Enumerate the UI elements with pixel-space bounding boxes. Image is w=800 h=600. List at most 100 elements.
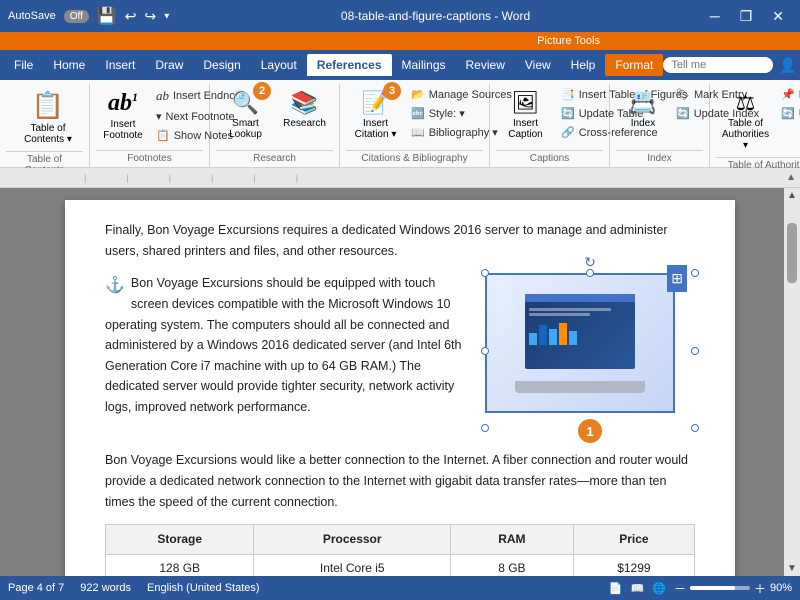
table-of-contents-button[interactable]: 📋 Table ofContents ▾ [8,86,88,149]
screen-bar [525,294,635,302]
menu-format[interactable]: Format [605,54,663,76]
screen-content [525,302,635,349]
ribbon-group-index: 📇 Index 🏷 Mark Entry 🔄 Update Index Inde… [610,84,710,167]
menu-design[interactable]: Design [193,54,250,76]
menu-insert[interactable]: Insert [95,54,145,76]
handle-topright[interactable] [691,269,699,277]
research-button[interactable]: 📚 Research [277,86,332,133]
view-normal-icon[interactable]: 📄 [609,582,623,595]
index-group-label: Index [616,150,703,167]
toa-label: Table ofAuthorities ▾ [722,118,769,151]
autosave-toggle[interactable]: Off [64,10,89,23]
insert-caption-icon: 🖼 [512,90,540,116]
zoom-slider[interactable] [690,586,750,590]
footnotes-group-label: Footnotes [96,150,203,167]
row1-ram: 8 GB [451,555,574,576]
close-button[interactable]: ✕ [764,6,792,27]
zoom-bar: － ＋ 90% [674,580,792,597]
citations-group-label: Citations & Bibliography [346,150,483,167]
minimize-button[interactable]: ─ [702,6,728,26]
menu-review[interactable]: Review [456,54,515,76]
mark-entry-icon: 🏷 [676,88,690,101]
menu-references[interactable]: References [307,54,392,76]
handle-midright[interactable] [691,347,699,355]
zoom-slider-fill [690,586,735,590]
insert-caption-button[interactable]: 🖼 InsertCaption [498,86,553,144]
table-row: 128 GB Intel Core i5 8 GB $1299 [106,555,695,576]
mark-citation-button[interactable]: 📌 Mark Citation [777,86,800,103]
smart-lookup-wrap: 🔍 SmartLookup 2 [218,86,273,144]
ruler-collapse-icon[interactable]: ▲ [786,172,796,183]
redo-icon[interactable]: ↪ [145,8,157,25]
bibliography-label: Bibliography ▾ [429,126,498,139]
update-table-captions-icon: 🔄 [561,107,575,120]
insert-footnote-button[interactable]: ab1 InsertFootnote [98,86,148,145]
mark-citation-icon: 📌 [781,88,795,101]
menu-mailings[interactable]: Mailings [392,54,456,76]
zoom-in-button[interactable]: ＋ [754,580,766,597]
doc-area: Finally, Bon Voyage Excursions requires … [0,188,800,576]
col-processor: Processor [254,525,451,555]
view-web-icon[interactable]: 🌐 [652,582,666,595]
title-bar-left: AutoSave Off 💾 ↩ ↪ ▾ [8,6,169,26]
row1-storage: 128 GB [106,555,254,576]
menu-help[interactable]: Help [561,54,606,76]
status-bar: Page 4 of 7 922 words English (United St… [0,576,800,600]
zoom-out-button[interactable]: － [674,580,686,597]
badge-1: 1 [578,419,602,443]
search-input[interactable] [663,57,773,73]
menu-layout[interactable]: Layout [251,54,307,76]
menu-draw[interactable]: Draw [145,54,193,76]
toa-icon: ⚖ [736,90,756,116]
ribbon-group-captions-content: 🖼 InsertCaption 📑 Insert Table of Figure… [496,84,603,150]
restore-button[interactable]: ❐ [732,6,761,27]
scrollbar-thumb[interactable] [787,223,797,283]
ribbon-group-footnotes-content: ab1 InsertFootnote ab Insert Endnote ▾ N… [96,84,203,150]
chart-bar-1 [529,333,537,345]
laptop-image-container[interactable]: ↻ [485,273,695,428]
ribbon: 📋 Table ofContents ▾ Table of Contents a… [0,80,800,168]
bibliography-icon: 📖 [411,126,425,139]
handle-botleft[interactable] [481,424,489,432]
index-button[interactable]: 📇 Index [618,86,668,133]
update-toa-button[interactable]: 🔄 Update Table [777,105,800,122]
paragraph-2-text: Bon Voyage Excursions should be equipped… [105,276,461,414]
col-price: Price [573,525,694,555]
data-table: Storage Processor RAM Price 128 GB Intel… [105,524,695,576]
view-read-icon[interactable]: 📖 [631,582,645,595]
table-header-row: Storage Processor RAM Price [106,525,695,555]
chart-bar-5 [569,331,577,345]
next-footnote-icon: ▾ [156,110,162,123]
endnote-icon: ab [156,88,169,104]
insert-citation-wrap: 📝 InsertCitation ▾ 3 [348,86,403,144]
table-of-authorities-button[interactable]: ⚖ Table ofAuthorities ▾ [718,86,773,155]
scroll-up-button[interactable]: ▲ [787,188,797,203]
research-label: Research [283,118,326,129]
update-toa-icon: 🔄 [781,107,795,120]
menu-home[interactable]: Home [43,54,95,76]
menu-view[interactable]: View [515,54,561,76]
save-icon[interactable]: 💾 [97,6,117,26]
scrollbar[interactable]: ▲ ▼ [784,188,800,576]
index-label: Index [631,118,655,129]
show-notes-icon: 📋 [156,129,170,142]
badge-2: 2 [253,82,271,100]
paragraph-3: Bon Voyage Excursions would like a bette… [105,450,695,512]
layout-options-icon[interactable]: ⊞ [667,265,687,292]
cross-reference-icon: 🔗 [561,126,575,139]
paragraph-2-container: ⚓ ↻ [105,273,695,438]
handle-topmid[interactable] [586,269,594,277]
undo-icon[interactable]: ↩ [125,8,137,25]
ribbon-group-toc-content: 📋 Table ofContents ▾ [6,84,83,151]
share-icon[interactable]: 👤 [779,57,796,74]
screen-line-1 [529,308,611,311]
menu-file[interactable]: File [4,54,43,76]
style-icon: 🔤 [411,107,425,120]
language: English (United States) [147,582,260,594]
toc-icon: 📋 [32,90,64,121]
handle-botright[interactable] [691,424,699,432]
handle-midleft[interactable] [481,347,489,355]
laptop-screen [525,294,635,369]
scroll-down-button[interactable]: ▼ [787,561,797,576]
index-icon: 📇 [629,90,656,116]
